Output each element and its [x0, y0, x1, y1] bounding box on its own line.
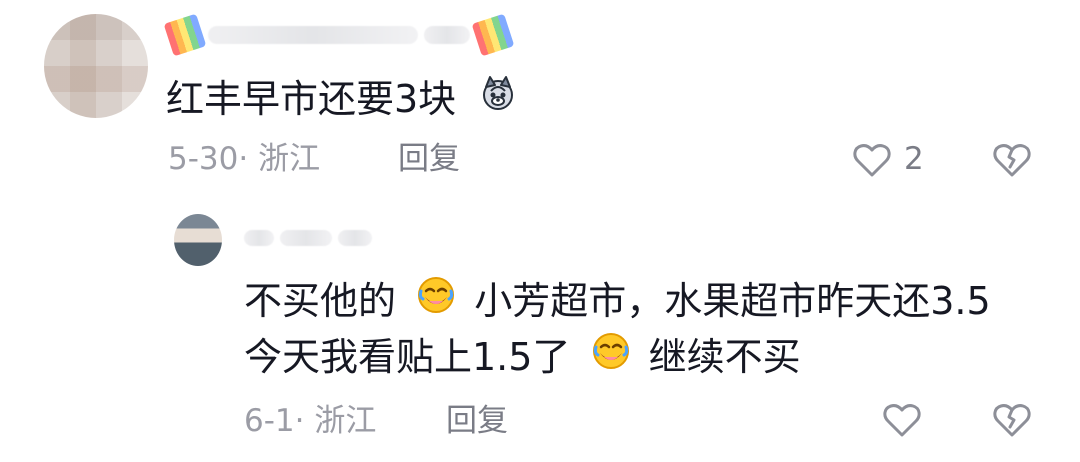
- username-blur-segment: [244, 230, 274, 246]
- reply-meta: 6-1· 浙江: [244, 403, 377, 439]
- username-blur-segment: [338, 230, 372, 246]
- reply-text-line-1: 不买他的 小芳超市，水果超市昨天还3.5: [244, 274, 991, 333]
- broken-heart-icon: [993, 144, 1031, 177]
- rainbow-badge-icon: [163, 13, 207, 57]
- username-blur-segment: [208, 26, 418, 44]
- reply-button[interactable]: 回复: [446, 402, 508, 440]
- dog-emoji: [476, 71, 520, 129]
- dislike-button[interactable]: [988, 138, 1036, 182]
- reply-text-second-line-suffix: 继续不买: [648, 335, 801, 379]
- like-button[interactable]: [878, 398, 926, 442]
- like-count: 2: [904, 141, 924, 177]
- comment-text: 红丰早市还要3块: [166, 72, 520, 131]
- reply-text-second-line-prefix: 今天我看贴上1.5了: [244, 335, 571, 379]
- laugh-cry-emoji: [414, 273, 458, 331]
- dislike-button[interactable]: [988, 398, 1036, 442]
- avatar[interactable]: [174, 214, 222, 266]
- laugh-cry-emoji: [589, 329, 633, 387]
- reply-text-line-2: 今天我看贴上1.5了 继续不买: [244, 330, 801, 389]
- like-button[interactable]: [848, 138, 896, 182]
- comment-item: 红丰早市还要3块 5-30· 浙江 回复 2: [0, 0, 1080, 190]
- username-blur-segment: [424, 26, 470, 44]
- reply-text-middle: 小芳超市，水果超市昨天还3.5: [474, 279, 991, 323]
- broken-heart-icon: [993, 404, 1031, 437]
- comment-meta: 5-30· 浙江: [168, 141, 321, 177]
- heart-outline-icon: [883, 404, 921, 437]
- reply-comment-item: 不买他的 小芳超市，水果超市昨天还3.5 今天我看贴上1.5了 继续不买 6-1…: [0, 190, 1080, 462]
- avatar[interactable]: [44, 14, 148, 118]
- reply-button[interactable]: 回复: [398, 140, 460, 178]
- username-blurred[interactable]: [163, 13, 515, 57]
- username-blurred[interactable]: [244, 230, 372, 246]
- comment-text-content: 红丰早市还要3块: [166, 77, 457, 121]
- reply-text-prefix: 不买他的: [244, 279, 397, 323]
- rainbow-badge-icon: [471, 13, 515, 57]
- heart-outline-icon: [853, 144, 891, 177]
- username-blur-segment: [280, 230, 332, 246]
